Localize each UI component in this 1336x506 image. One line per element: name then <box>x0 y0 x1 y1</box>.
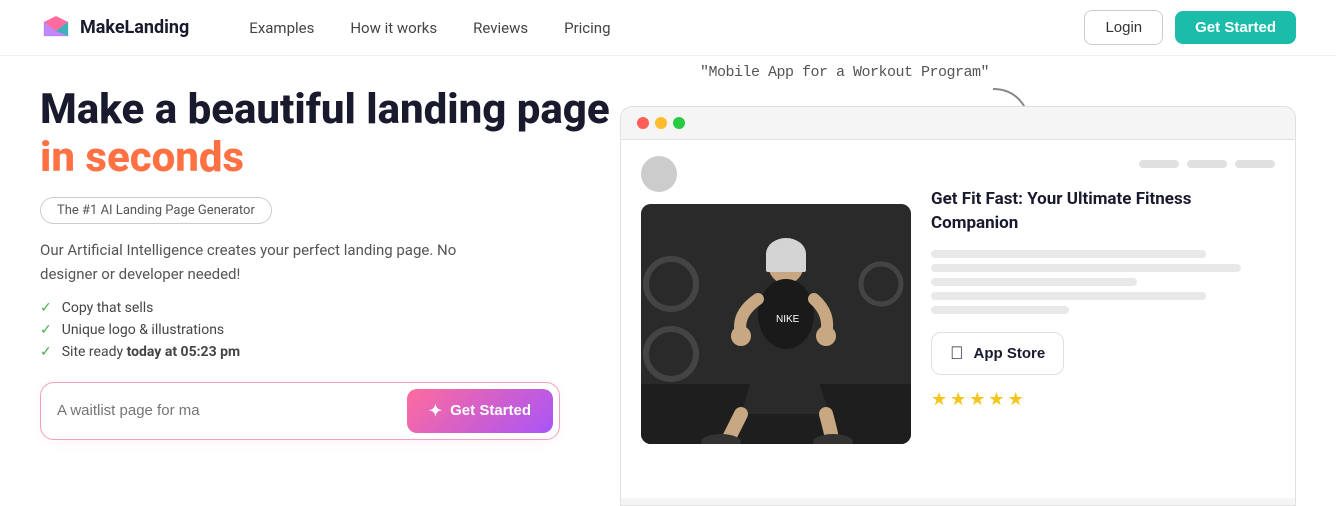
get-started-label: Get Started <box>450 402 531 419</box>
check-icon-2: ✓ <box>40 322 52 338</box>
app-logo-placeholder <box>641 156 677 192</box>
check-icon-1: ✓ <box>40 300 52 316</box>
nav-line-2 <box>1187 160 1227 168</box>
nav-actions: Login Get Started <box>1084 10 1296 45</box>
text-line-2 <box>931 264 1241 272</box>
text-line-5 <box>931 306 1069 314</box>
nav-line-1 <box>1139 160 1179 168</box>
svg-text:NIKE: NIKE <box>776 314 800 325</box>
nav-pricing[interactable]: Pricing <box>564 19 610 37</box>
browser-left-col: NIKE <box>641 156 911 482</box>
headline-line1: Make a beautiful landing page <box>40 85 610 134</box>
apple-icon:  <box>950 343 964 364</box>
browser-bar <box>621 107 1295 140</box>
nav-how-it-works[interactable]: How it works <box>350 19 437 37</box>
app-title: Get Fit Fast: Your Ultimate Fitness Comp… <box>931 188 1275 236</box>
page-idea-input[interactable] <box>57 402 407 419</box>
text-line-4 <box>931 292 1206 300</box>
check-label-3: Site ready today at 05:23 pm <box>62 344 240 360</box>
app-store-button[interactable]:  App Store <box>931 332 1064 375</box>
check-label-1: Copy that sells <box>62 300 154 316</box>
dot-red <box>637 117 649 129</box>
nav-get-started-button[interactable]: Get Started <box>1175 11 1296 44</box>
description: Our Artificial Intelligence creates your… <box>40 238 500 286</box>
star-1: ★ <box>931 389 947 410</box>
app-store-label: App Store <box>974 345 1046 362</box>
star-3: ★ <box>969 389 985 410</box>
logo-text: MakeLanding <box>80 17 189 38</box>
headline-accent: in seconds <box>40 133 244 182</box>
dot-green <box>673 117 685 129</box>
handwritten-label: "Mobile App for a Workout Program" <box>700 64 989 81</box>
check-item-3: ✓ Site ready today at 05:23 pm <box>40 344 620 360</box>
checklist: ✓ Copy that sells ✓ Unique logo & illust… <box>40 300 620 360</box>
browser-right-col: Get Fit Fast: Your Ultimate Fitness Comp… <box>931 156 1275 482</box>
nav-examples[interactable]: Examples <box>249 19 314 37</box>
check-label-2: Unique logo & illustrations <box>62 322 224 338</box>
star-2: ★ <box>950 389 966 410</box>
star-rating: ★ ★ ★ ★ ★ <box>931 389 1275 410</box>
text-placeholder-lines <box>931 250 1275 314</box>
text-line-1 <box>931 250 1206 258</box>
headline: Make a beautiful landing page in seconds <box>40 86 620 183</box>
star-4: ★ <box>988 389 1004 410</box>
logo-icon <box>40 12 72 44</box>
right-panel: "Mobile App for a Workout Program" <box>620 56 1296 506</box>
navbar: MakeLanding Examples How it works Review… <box>0 0 1336 56</box>
logo[interactable]: MakeLanding <box>40 12 189 44</box>
check-item-2: ✓ Unique logo & illustrations <box>40 322 620 338</box>
badge: The #1 AI Landing Page Generator <box>40 197 272 224</box>
dot-yellow <box>655 117 667 129</box>
main-content: Make a beautiful landing page in seconds… <box>0 56 1336 506</box>
check-item-1: ✓ Copy that sells <box>40 300 620 316</box>
browser-content: NIKE <box>621 140 1295 498</box>
text-line-3 <box>931 278 1137 286</box>
star-5: ★ <box>1008 389 1024 410</box>
left-panel: Make a beautiful landing page in seconds… <box>40 56 620 506</box>
nav-line-3 <box>1235 160 1275 168</box>
sparkle-icon: ✦ <box>429 401 442 421</box>
browser-mockup: NIKE <box>620 106 1296 506</box>
check-icon-3: ✓ <box>40 344 52 360</box>
login-button[interactable]: Login <box>1084 10 1163 45</box>
get-started-button[interactable]: ✦ Get Started <box>407 389 553 433</box>
nav-reviews[interactable]: Reviews <box>473 19 528 37</box>
fitness-image: NIKE <box>641 204 911 444</box>
nav-placeholder-lines <box>931 160 1275 168</box>
nav-links: Examples How it works Reviews Pricing <box>249 19 1044 37</box>
input-row: ✦ Get Started <box>40 382 560 440</box>
